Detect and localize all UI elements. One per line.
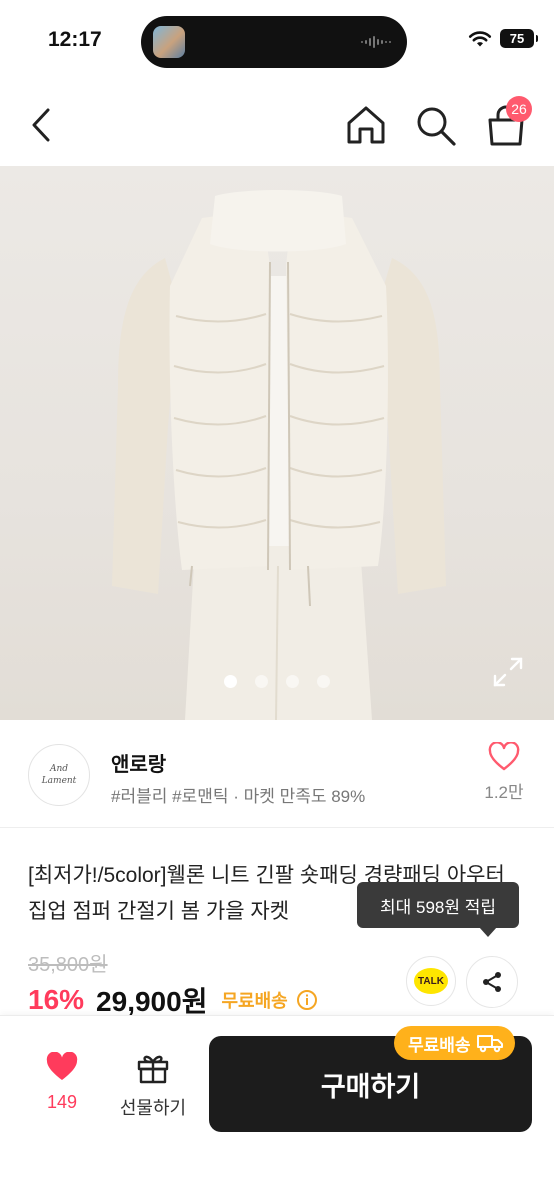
store-tags: #러블리 #로맨틱 · 마켓 만족도 89% xyxy=(111,787,366,806)
wishlist-button[interactable]: 149 xyxy=(30,1052,94,1113)
share-icon xyxy=(483,972,501,992)
product-image-gallery[interactable] xyxy=(0,166,554,720)
gift-label: 선물하기 xyxy=(119,1098,187,1118)
free-shipping-label: 무료배송 xyxy=(221,991,288,1011)
back-icon[interactable] xyxy=(24,104,60,146)
wifi-icon xyxy=(468,30,492,46)
status-time: 12:17 xyxy=(48,28,102,51)
sale-price: 29,900원 xyxy=(96,986,208,1017)
status-bar: 12:17 75 xyxy=(0,0,554,84)
points-tooltip: 최대 598원 적립 xyxy=(357,882,519,937)
store-like-count: 1.2만 xyxy=(484,783,524,802)
cart-button[interactable]: 26 xyxy=(484,96,532,148)
kakao-talk-icon: TALK xyxy=(414,968,448,994)
product-photo xyxy=(112,190,446,720)
store-logo[interactable]: And Lament xyxy=(28,744,90,806)
pagination-dot[interactable] xyxy=(317,675,330,688)
top-nav: 26 xyxy=(0,84,554,166)
gift-button[interactable]: 선물하기 xyxy=(110,1052,196,1120)
now-playing-thumbnail xyxy=(153,26,185,58)
battery-indicator: 75 xyxy=(500,29,538,48)
original-price: 35,800원 xyxy=(28,954,108,976)
heart-outline-icon xyxy=(488,742,520,771)
store-info-row[interactable]: And Lament 앤로랑 #러블리 #로맨틱 · 마켓 만족도 89% 1.… xyxy=(0,720,554,828)
home-icon[interactable] xyxy=(344,104,388,146)
price-row: 16% 29,900원 무료배송 xyxy=(28,980,318,1020)
store-name[interactable]: 앤로랑 xyxy=(111,748,166,777)
wishlist-count: 149 xyxy=(46,1092,78,1112)
cart-count-badge: 26 xyxy=(506,96,532,122)
free-shipping-badge-label: 무료배송 xyxy=(408,1035,471,1055)
audio-wave-icon xyxy=(361,36,391,48)
info-icon[interactable] xyxy=(296,989,318,1011)
dynamic-island xyxy=(141,16,407,68)
heart-filled-icon xyxy=(46,1052,78,1080)
truck-icon xyxy=(476,1035,503,1053)
kakao-talk-button[interactable]: TALK xyxy=(406,956,456,1006)
free-shipping-badge: 무료배송 xyxy=(394,1026,515,1060)
gallery-pagination xyxy=(224,675,330,688)
pagination-dot-active[interactable] xyxy=(224,675,237,688)
store-logo-text: And Lament xyxy=(41,764,77,786)
status-indicators: 75 xyxy=(468,29,538,48)
discount-rate: 16% xyxy=(28,984,85,1015)
share-button[interactable] xyxy=(466,956,518,1008)
search-icon[interactable] xyxy=(412,102,460,148)
bottom-action-bar: 149 선물하기 구매하기 무료배송 xyxy=(0,1015,554,1200)
pagination-dot[interactable] xyxy=(255,675,268,688)
gift-icon xyxy=(137,1055,169,1084)
pagination-dot[interactable] xyxy=(286,675,299,688)
store-like-button[interactable]: 1.2만 xyxy=(472,742,536,803)
expand-icon[interactable] xyxy=(492,656,524,688)
